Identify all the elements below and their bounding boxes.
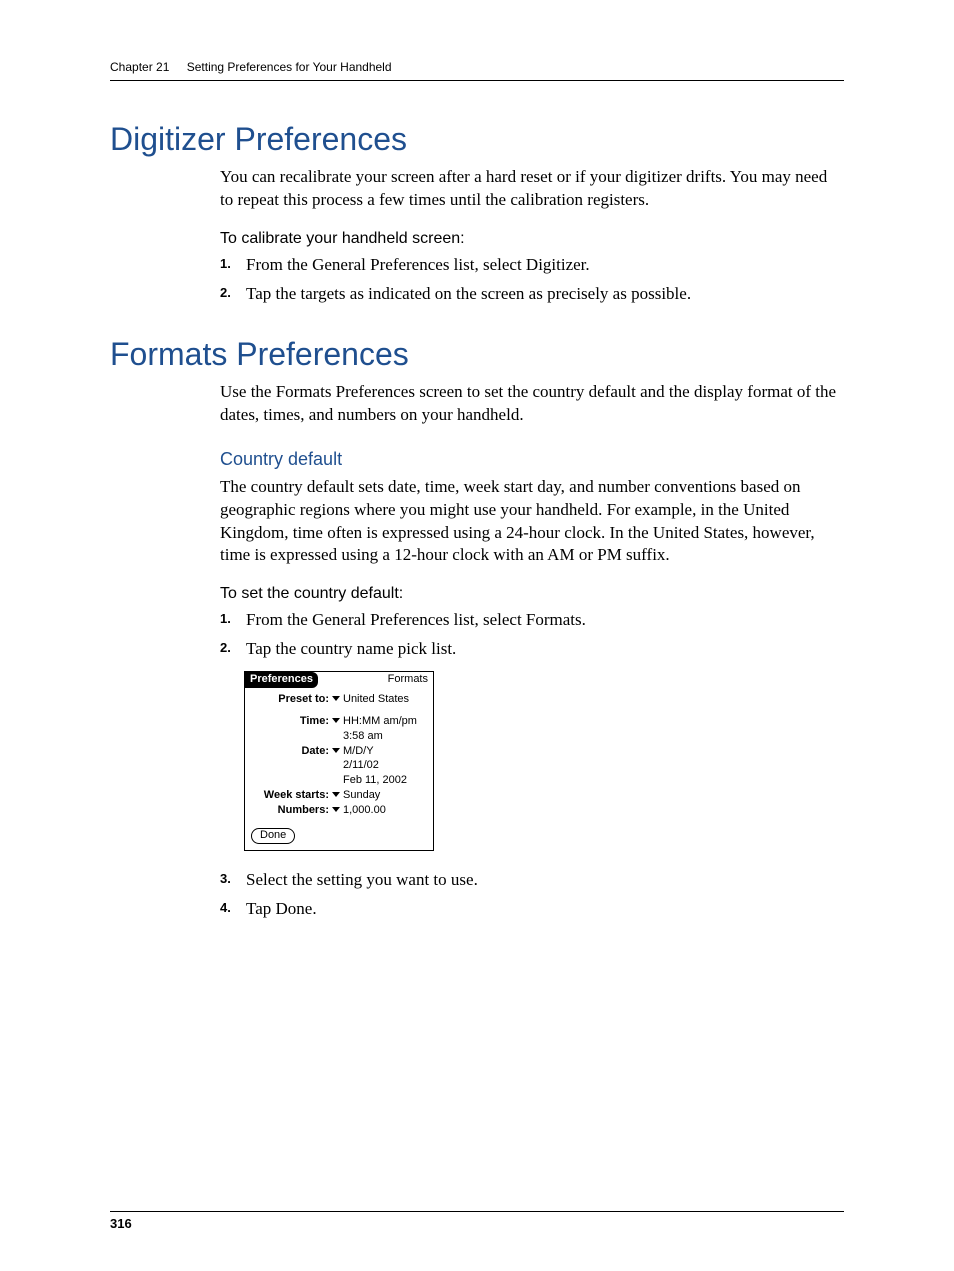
preset-label: Preset to:: [251, 693, 331, 707]
country-default-text: The country default sets date, time, wee…: [220, 476, 844, 568]
list-item: 1. From the General Preferences list, sel…: [220, 609, 844, 632]
date-example-2: Feb 11, 2002: [331, 774, 427, 788]
time-picklist[interactable]: HH:MM am/pm: [331, 715, 427, 729]
step-text: From the General Preferences list, selec…: [246, 255, 590, 274]
step-text: Select the setting you want to use.: [246, 870, 478, 889]
palm-title-left: Preferences: [245, 672, 318, 688]
palm-title-right[interactable]: Formats: [383, 672, 433, 688]
step-number: 2.: [220, 639, 231, 657]
date-label: Date:: [251, 745, 331, 759]
dropdown-icon: [332, 718, 340, 723]
step-number: 1.: [220, 255, 231, 273]
step-number: 1.: [220, 610, 231, 628]
step-text: From the General Preferences list, selec…: [246, 610, 586, 629]
step-text: Tap the targets as indicated on the scre…: [246, 284, 691, 303]
country-steps-a: 1. From the General Preferences list, sel…: [220, 609, 844, 661]
page-number: 316: [110, 1216, 132, 1231]
running-header: Chapter 21 Setting Preferences for Your …: [110, 60, 844, 81]
date-example-1: 2/11/02: [331, 759, 427, 773]
step-number: 4.: [220, 899, 231, 917]
time-label: Time:: [251, 715, 331, 729]
step-number: 3.: [220, 870, 231, 888]
palm-titlebar: Preferences Formats: [245, 672, 433, 688]
list-item: 2. Tap the country name pick list.: [220, 638, 844, 661]
page: Chapter 21 Setting Preferences for Your …: [0, 0, 954, 1271]
chapter-label: Chapter 21: [110, 60, 169, 74]
dropdown-icon: [332, 807, 340, 812]
list-item: 3. Select the setting you want to use.: [220, 869, 844, 892]
week-picklist[interactable]: Sunday: [331, 789, 427, 803]
dropdown-icon: [332, 748, 340, 753]
palm-preferences-screenshot: Preferences Formats Preset to: United St…: [244, 671, 434, 851]
formats-intro: Use the Formats Preferences screen to se…: [220, 381, 844, 427]
week-label: Week starts:: [251, 789, 331, 803]
preset-picklist[interactable]: United States: [331, 693, 427, 707]
section-formats-title: Formats Preferences: [110, 336, 844, 373]
step-text: Tap Done.: [246, 899, 317, 918]
chapter-title: Setting Preferences for Your Handheld: [187, 60, 392, 74]
section-digitizer-title: Digitizer Preferences: [110, 121, 844, 158]
country-default-subhead: Country default: [220, 449, 844, 470]
digitizer-body: You can recalibrate your screen after a …: [220, 166, 844, 306]
numbers-label: Numbers:: [251, 804, 331, 818]
digitizer-intro: You can recalibrate your screen after a …: [220, 166, 844, 212]
time-example: 3:58 am: [331, 730, 427, 744]
dropdown-icon: [332, 792, 340, 797]
step-number: 2.: [220, 284, 231, 302]
numbers-picklist[interactable]: 1,000.00: [331, 804, 427, 818]
palm-body: Preset to: United States Time: HH:MM am/…: [245, 688, 433, 850]
step-text: Tap the country name pick list.: [246, 639, 456, 658]
page-footer: 316: [110, 1211, 844, 1231]
digitizer-steps: 1. From the General Preferences list, sel…: [220, 254, 844, 306]
done-button[interactable]: Done: [251, 828, 295, 844]
digitizer-task-head: To calibrate your handheld screen:: [220, 230, 844, 248]
list-item: 2. Tap the targets as indicated on the sc…: [220, 283, 844, 306]
list-item: 1. From the General Preferences list, sel…: [220, 254, 844, 277]
country-steps-b: 3. Select the setting you want to use. 4.…: [220, 869, 844, 921]
list-item: 4. Tap Done.: [220, 898, 844, 921]
formats-body: Use the Formats Preferences screen to se…: [220, 381, 844, 921]
dropdown-icon: [332, 696, 340, 701]
country-task-head: To set the country default:: [220, 585, 844, 603]
date-picklist[interactable]: M/D/Y: [331, 745, 427, 759]
